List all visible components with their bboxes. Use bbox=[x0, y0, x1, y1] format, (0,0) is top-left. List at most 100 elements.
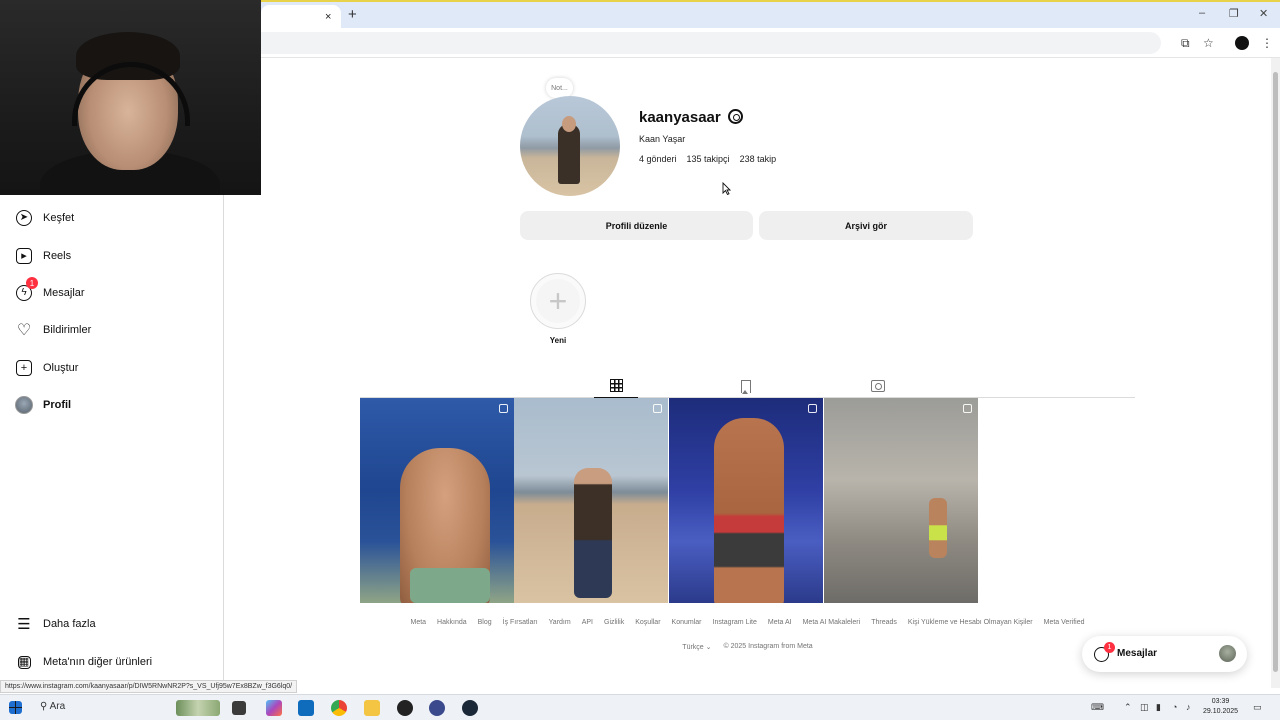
footer-link[interactable]: Meta AI bbox=[768, 619, 792, 626]
sidebar-item-meta-products[interactable]: ▦ Meta'nın diğer ürünleri bbox=[14, 650, 152, 674]
sidebar-item-kesfet[interactable]: ➤ Keşfet bbox=[14, 206, 74, 230]
footer-link[interactable]: Hakkında bbox=[437, 619, 467, 626]
browser-tab-bar: × + – ❐ ✕ bbox=[261, 0, 1280, 30]
restore-icon[interactable]: ❐ bbox=[1229, 7, 1239, 20]
profile-avatar bbox=[14, 395, 34, 415]
carousel-icon bbox=[653, 404, 662, 413]
new-highlight-button[interactable]: + bbox=[530, 273, 586, 329]
footer-link[interactable]: Yardım bbox=[549, 619, 571, 626]
url-field[interactable] bbox=[261, 32, 1161, 54]
sidebar-item-bildirimler[interactable]: ♡ Bildirimler bbox=[14, 318, 91, 342]
following-link[interactable]: 238 takip bbox=[740, 154, 777, 164]
view-archive-button[interactable]: Arşivi gör bbox=[759, 211, 973, 240]
profile-fullname: Kaan Yaşar bbox=[639, 134, 686, 144]
copilot-icon[interactable] bbox=[266, 700, 282, 716]
volume-icon[interactable]: ♪ bbox=[1186, 702, 1191, 712]
avatar bbox=[1219, 645, 1236, 662]
outlook-icon[interactable] bbox=[298, 700, 314, 716]
footer-link[interactable]: Koşullar bbox=[635, 619, 660, 626]
heart-icon: ♡ bbox=[16, 322, 32, 339]
browser-profile-icon[interactable] bbox=[1235, 36, 1249, 50]
search-label: Ara bbox=[49, 701, 66, 712]
new-tab-icon[interactable]: + bbox=[348, 6, 357, 23]
note-bubble[interactable]: Not... bbox=[546, 78, 573, 98]
sidebar-item-label: Bildirimler bbox=[43, 324, 92, 336]
new-highlight-label: Yeni bbox=[549, 336, 567, 345]
sidebar-item-mesajlar[interactable]: ϟ 1 Mesajlar bbox=[14, 277, 85, 305]
footer-link[interactable]: Meta bbox=[410, 619, 426, 626]
scrollbar-thumb[interactable] bbox=[1273, 72, 1278, 672]
footer-link[interactable]: Threads bbox=[871, 619, 897, 626]
compass-icon: ➤ bbox=[14, 208, 34, 228]
sidebar-item-olustur[interactable]: + Oluştur bbox=[14, 356, 78, 380]
notification-badge: 1 bbox=[1104, 642, 1115, 653]
tab-close-icon[interactable]: × bbox=[325, 11, 331, 23]
browser-address-bar: ⧉ ☆ ⋮ bbox=[261, 28, 1280, 58]
bookmark-star-icon[interactable]: ☆ bbox=[1203, 36, 1214, 50]
notification-icon[interactable]: ▭ bbox=[1253, 702, 1262, 713]
chrome-icon[interactable] bbox=[331, 700, 347, 716]
footer-link[interactable]: Meta Verified bbox=[1044, 619, 1085, 626]
footer-link[interactable]: API bbox=[582, 619, 593, 626]
footer-link[interactable]: Konumlar bbox=[672, 619, 702, 626]
grid-icon bbox=[609, 379, 623, 392]
sidebar-item-label: Keşfet bbox=[43, 212, 75, 224]
tab-saved[interactable] bbox=[724, 374, 768, 398]
footer-link[interactable]: Gizlilik bbox=[604, 619, 624, 626]
taskbar-clock[interactable]: 03:39 29.10.2025 bbox=[1203, 697, 1238, 717]
post-thumbnail[interactable] bbox=[669, 398, 823, 603]
webcam-overlay bbox=[0, 0, 261, 195]
network-icon[interactable]: ◔ bbox=[1172, 702, 1177, 712]
post-thumbnail[interactable] bbox=[514, 398, 668, 603]
chevron-up-icon[interactable]: ⌃ bbox=[1124, 702, 1132, 713]
post-thumbnail[interactable] bbox=[360, 398, 514, 603]
meta-products-icon: ▦ bbox=[17, 655, 31, 669]
mouse-cursor-icon bbox=[722, 182, 731, 195]
tab-tagged[interactable] bbox=[856, 374, 900, 398]
tab-posts[interactable] bbox=[594, 374, 638, 398]
clock-time: 03:39 bbox=[1211, 698, 1230, 705]
window-close-icon[interactable]: ✕ bbox=[1259, 7, 1268, 20]
sidebar-item-more[interactable]: ☰ Daha fazla bbox=[14, 612, 95, 636]
status-bar-url: https://www.instagram.com/kaanyasaar/p/D… bbox=[0, 680, 298, 693]
followers-link[interactable]: 135 takipçi bbox=[687, 154, 730, 164]
battery-icon[interactable]: ▮ bbox=[1156, 702, 1161, 713]
tray-icon[interactable]: ◫ bbox=[1140, 702, 1149, 713]
taskbar: ⚲ Ara ⌨ ⌃ ◫ ▮ ◔ ♪ 03:39 29.10.2025 ▭ bbox=[0, 694, 1280, 720]
screen: × + – ❐ ✕ ⧉ ☆ ⋮ ➤ Keşfet ▸ Reels ϟ 1 Mes… bbox=[0, 0, 1280, 720]
plus-square-icon: + bbox=[14, 358, 34, 378]
settings-icon[interactable] bbox=[728, 109, 743, 124]
keyboard-icon[interactable]: ⌨ bbox=[1091, 702, 1104, 713]
footer-link[interactable]: Kişi Yükleme ve Hesabı Olmayan Kişiler bbox=[908, 619, 1033, 626]
scrollbar[interactable] bbox=[1271, 58, 1280, 688]
install-app-icon[interactable]: ⧉ bbox=[1181, 36, 1190, 51]
messages-floating-button[interactable]: 1 Mesajlar bbox=[1082, 636, 1247, 672]
footer-link[interactable]: Blog bbox=[478, 619, 492, 626]
windows-start-icon[interactable] bbox=[9, 701, 22, 714]
minimize-icon[interactable]: – bbox=[1199, 7, 1205, 19]
taskbar-search[interactable]: ⚲ Ara bbox=[40, 701, 65, 712]
sidebar-item-reels[interactable]: ▸ Reels bbox=[14, 244, 71, 268]
browser-menu-icon[interactable]: ⋮ bbox=[1261, 36, 1273, 50]
footer-link[interactable]: Meta AI Makaleleri bbox=[803, 619, 861, 626]
file-explorer-icon[interactable] bbox=[364, 700, 380, 716]
post-thumbnail[interactable] bbox=[824, 398, 978, 603]
app-icon[interactable] bbox=[397, 700, 413, 716]
edit-profile-button[interactable]: Profili düzenle bbox=[520, 211, 753, 240]
sidebar-item-profil[interactable]: Profil bbox=[14, 393, 71, 417]
footer-link[interactable]: Instagram Lite bbox=[713, 619, 757, 626]
app-icon[interactable] bbox=[429, 700, 445, 716]
widgets-icon[interactable] bbox=[176, 700, 220, 716]
steam-icon[interactable] bbox=[462, 700, 478, 716]
browser-tab[interactable]: × bbox=[261, 5, 341, 30]
profile-stats: 4 gönderi 135 takipçi 238 takip bbox=[639, 154, 776, 164]
language-select[interactable]: Türkçe ⌄ bbox=[682, 643, 711, 651]
carousel-icon bbox=[808, 404, 817, 413]
carousel-icon bbox=[963, 404, 972, 413]
copyright: © 2025 Instagram from Meta bbox=[723, 643, 813, 650]
profile-picture[interactable] bbox=[520, 96, 620, 196]
footer-meta: Türkçe ⌄ © 2025 Instagram from Meta bbox=[360, 643, 1135, 651]
clock-date: 29.10.2025 bbox=[1203, 708, 1239, 715]
task-view-icon[interactable] bbox=[232, 701, 246, 715]
footer-link[interactable]: İş Fırsatları bbox=[503, 619, 538, 626]
